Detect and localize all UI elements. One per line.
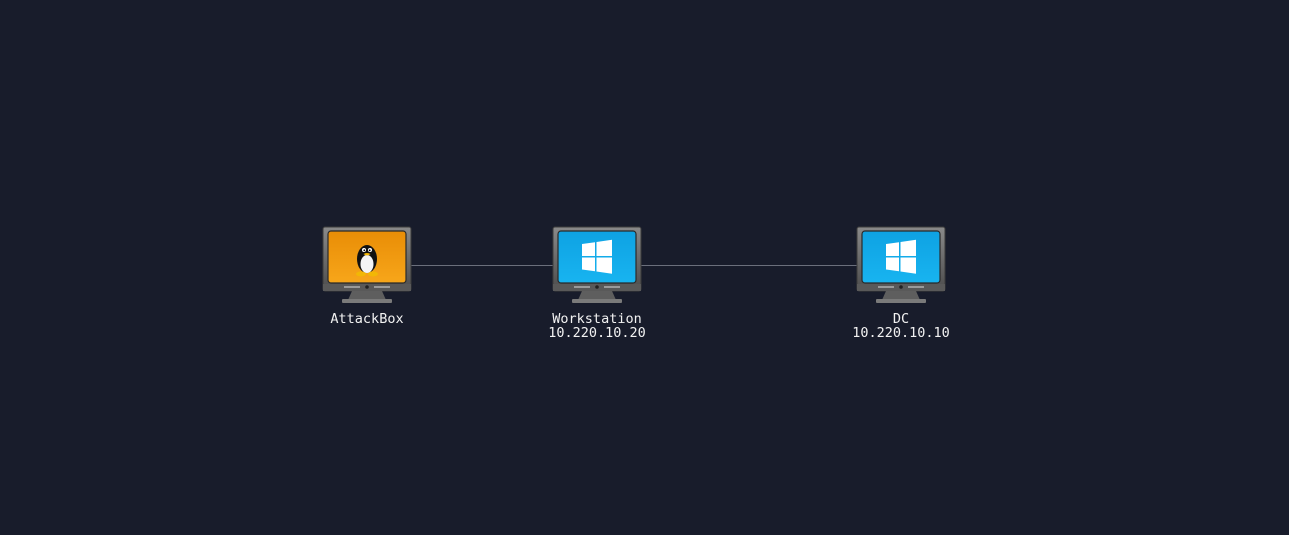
node-ip: 10.220.10.20	[548, 325, 646, 341]
node-dc[interactable]: DC 10.220.10.10	[841, 226, 961, 340]
network-diagram: AttackBox Workstation 10.220.10.20 DC 10…	[0, 0, 1289, 535]
node-attackbox[interactable]: AttackBox	[307, 226, 427, 326]
node-label: AttackBox	[330, 311, 404, 327]
link-workstation-dc	[640, 265, 858, 266]
node-ip: 10.220.10.10	[852, 325, 950, 341]
link-attackbox-workstation	[410, 265, 554, 266]
windows-monitor-icon	[856, 226, 946, 303]
node-workstation[interactable]: Workstation 10.220.10.20	[537, 226, 657, 340]
windows-monitor-icon	[552, 226, 642, 303]
linux-monitor-icon	[322, 226, 412, 303]
node-label: Workstation	[552, 311, 642, 327]
node-label: DC	[892, 311, 910, 327]
